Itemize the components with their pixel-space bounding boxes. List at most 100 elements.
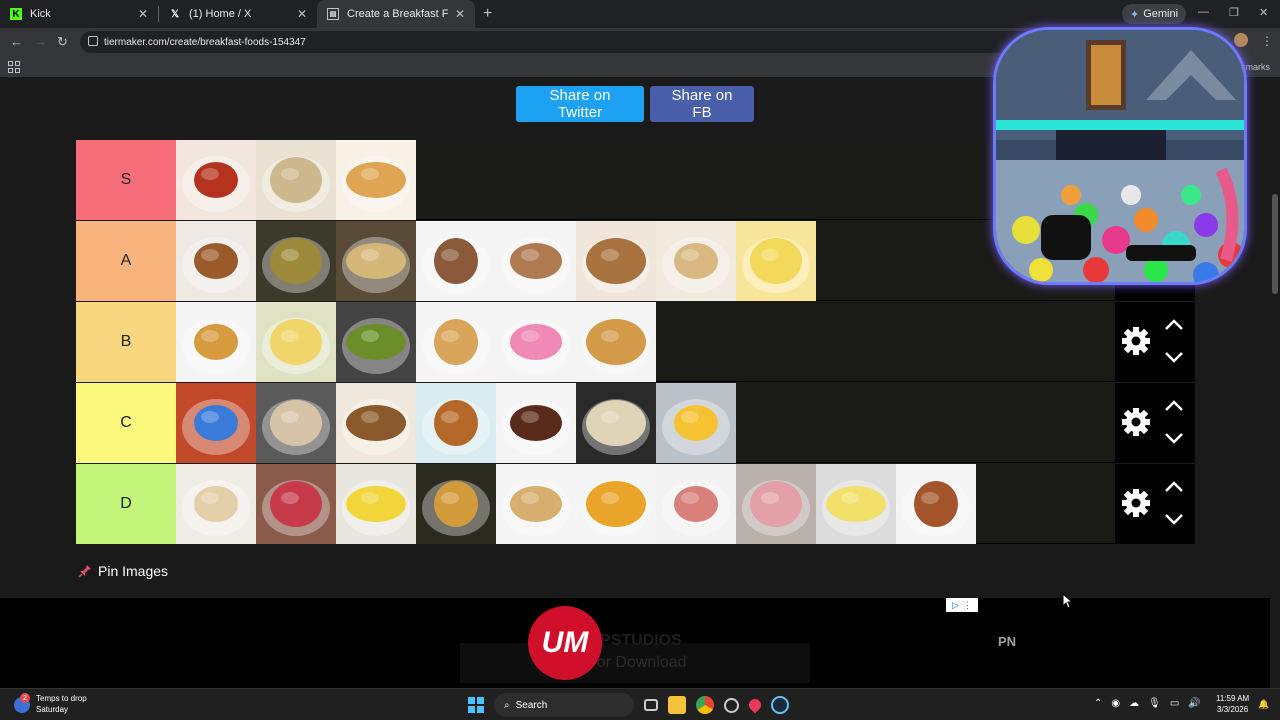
pin-images-toggle[interactable]: Pin Images	[78, 563, 168, 579]
tier-item-oatmeal[interactable]	[576, 383, 656, 463]
tier-item-cereal[interactable]	[176, 383, 256, 463]
tier-item-croissant[interactable]	[576, 302, 656, 382]
profile-avatar[interactable]	[1234, 33, 1248, 47]
map-pin-app-icon[interactable]	[746, 696, 764, 714]
tier-item-buttered-toast[interactable]	[416, 302, 496, 382]
tab-kick[interactable]: K Kick ✕	[0, 0, 158, 28]
scroll-thumb[interactable]	[1272, 194, 1278, 294]
file-explorer-icon[interactable]	[668, 696, 686, 714]
food-image	[262, 237, 330, 293]
task-view-icon[interactable]	[644, 699, 658, 711]
food-image	[502, 480, 570, 536]
back-icon[interactable]: ←	[10, 34, 23, 49]
tier-item-home-fries[interactable]	[256, 221, 336, 301]
tier-label[interactable]: D	[76, 464, 176, 544]
gear-icon[interactable]	[1121, 488, 1151, 518]
tray-app-icon[interactable]: ◉	[1111, 698, 1120, 709]
notification-bell-icon[interactable]: 🔔	[1258, 699, 1269, 710]
taskbar-search[interactable]: ⌕ Search	[494, 693, 634, 717]
microphone-icon[interactable]: 🎙	[1148, 698, 1161, 709]
tier-label[interactable]: A	[76, 221, 176, 301]
tier-item-eggs-benedict[interactable]	[336, 464, 416, 544]
menu-icon[interactable]: ⋮	[1261, 34, 1273, 48]
chevron-up-icon[interactable]	[1163, 480, 1185, 494]
chevron-up-icon[interactable]: ⌃	[1094, 698, 1102, 709]
page-scrollbar[interactable]	[1270, 79, 1280, 688]
tier-item-fruit-salad[interactable]	[576, 464, 656, 544]
steam-icon[interactable]	[771, 696, 789, 714]
tier-item-sausage-patty[interactable]	[416, 221, 496, 301]
share-twitter-button[interactable]: Share on Twitter	[516, 86, 644, 122]
close-icon[interactable]: ✕	[138, 7, 148, 21]
volume-icon[interactable]: 🔊	[1188, 698, 1200, 709]
tier-label[interactable]: B	[76, 302, 176, 382]
food-image	[662, 237, 730, 293]
tier-item-donut[interactable]	[496, 302, 576, 382]
app-icon[interactable]	[724, 697, 739, 713]
close-window-icon[interactable]: ✕	[1259, 6, 1268, 19]
tier-item-canadian-bacon[interactable]	[736, 464, 816, 544]
restore-icon[interactable]: ❐	[1229, 6, 1239, 19]
tier-item-scrambled-eggs[interactable]	[736, 221, 816, 301]
tier-item-hash-brown-patty[interactable]	[176, 302, 256, 382]
tier-item-bagel-plain[interactable]	[256, 383, 336, 463]
close-icon[interactable]: ✕	[297, 7, 307, 21]
tier-item-hash-browns-shredded[interactable]	[336, 221, 416, 301]
tab-x[interactable]: 𝕏 (1) Home / X ✕	[159, 0, 317, 28]
tier-item-avocado-toast[interactable]	[336, 302, 416, 382]
food-image	[262, 156, 330, 212]
tier-item-french-toast[interactable]	[176, 221, 256, 301]
taskbar-clock[interactable]: 11:59 AM 3/3/2026	[1216, 693, 1249, 715]
food-image	[582, 399, 650, 455]
pin-images-label: Pin Images	[98, 563, 169, 579]
tier-row: B	[76, 302, 1195, 382]
weather-widget[interactable]: 2 Temps to drop Saturday	[14, 693, 87, 715]
reload-icon[interactable]: ↻	[57, 34, 68, 50]
tier-item-cinnamon-rolls[interactable]	[576, 221, 656, 301]
advertisement-banner[interactable]: e or Download PSTUDIOS UM ▷ ⋮ PN	[0, 598, 1280, 688]
tier-items	[176, 302, 656, 382]
tier-item-biscuits-and-gravy[interactable]	[256, 140, 336, 220]
tier-item-biscuits[interactable]	[656, 221, 736, 301]
tier-item-breakfast-potatoes[interactable]	[416, 464, 496, 544]
new-tab-icon[interactable]: +	[483, 5, 492, 23]
chevron-down-icon[interactable]	[1163, 431, 1185, 445]
chevron-up-icon[interactable]	[1163, 399, 1185, 413]
tab-tiermaker[interactable]: ▤ Create a Breakfast Foods (30+ ✕	[317, 0, 475, 28]
chevron-up-icon[interactable]	[1163, 318, 1185, 332]
url-text: tiermaker.com/create/breakfast-foods-154…	[104, 36, 306, 48]
tier-label[interactable]: S	[76, 140, 176, 220]
apps-icon[interactable]	[8, 61, 20, 73]
minimize-icon[interactable]: —	[1198, 6, 1209, 18]
gear-icon[interactable]	[1121, 326, 1151, 356]
tier-item-bacon[interactable]	[176, 140, 256, 220]
tier-item-ham-steak[interactable]	[656, 464, 736, 544]
windows-start-icon[interactable]	[468, 697, 484, 713]
tab-title: Kick	[30, 8, 51, 20]
ad-choices-icon[interactable]: ▷ ⋮	[946, 598, 978, 612]
chevron-down-icon[interactable]	[1163, 350, 1185, 364]
tier-item-english-muffin[interactable]	[176, 464, 256, 544]
tier-item-parfait[interactable]	[256, 464, 336, 544]
chevron-down-icon[interactable]	[1163, 512, 1185, 526]
tier-item-latkes[interactable]	[416, 383, 496, 463]
cloud-icon[interactable]: ☁	[1129, 698, 1139, 709]
close-icon[interactable]: ✕	[455, 7, 465, 21]
tier-item-deviled-eggs[interactable]	[816, 464, 896, 544]
tier-item-baked-beans[interactable]	[896, 464, 976, 544]
forward-icon[interactable]: →	[34, 34, 47, 49]
tier-item-omelette[interactable]	[256, 302, 336, 382]
tier-item-muffin[interactable]	[336, 383, 416, 463]
tier-item-sausage-links[interactable]	[496, 221, 576, 301]
share-fb-button[interactable]: Share on FB	[650, 86, 754, 122]
chrome-icon[interactable]	[696, 696, 714, 714]
site-info-icon[interactable]	[88, 36, 98, 46]
gear-icon[interactable]	[1121, 407, 1151, 437]
tier-item-pancakes[interactable]	[336, 140, 416, 220]
gemini-button[interactable]: ✦ Gemini	[1122, 4, 1187, 24]
tier-item-fried-eggs[interactable]	[656, 383, 736, 463]
network-icon[interactable]: ▭	[1170, 698, 1179, 709]
tier-label[interactable]: C	[76, 383, 176, 463]
tier-item-bagels[interactable]	[496, 464, 576, 544]
tier-item-steak-and-eggs[interactable]	[496, 383, 576, 463]
